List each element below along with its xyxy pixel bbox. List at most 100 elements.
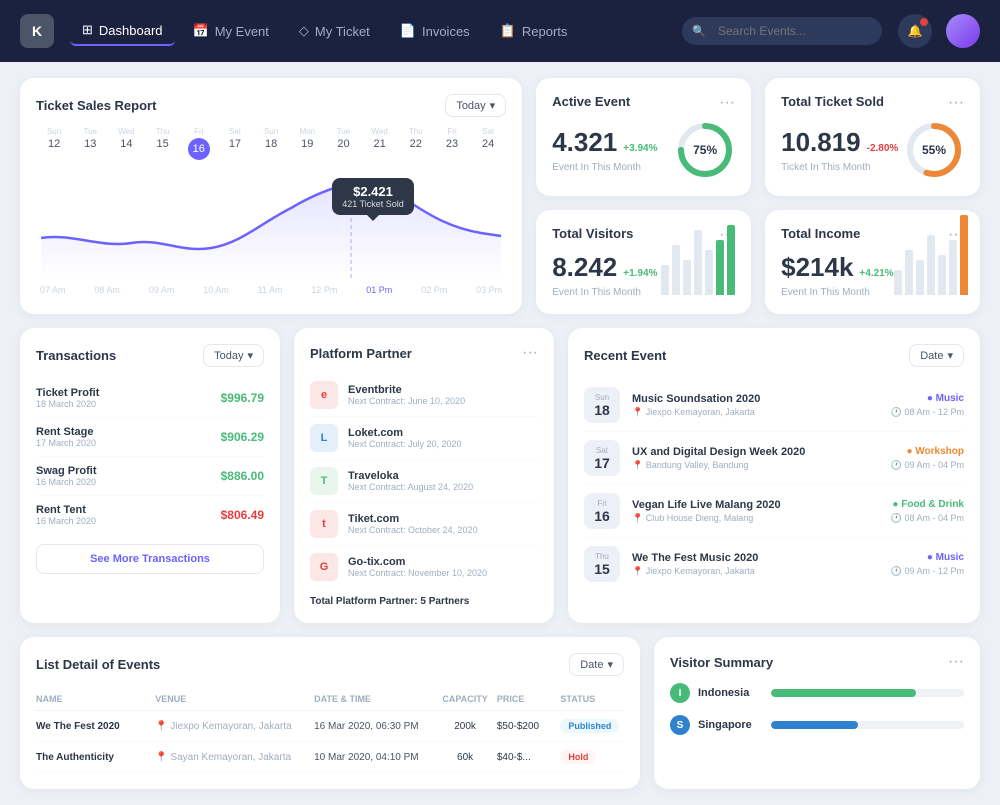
stats-row-1: Active Event ··· 4.321 +3.94% Event In T… (536, 78, 980, 196)
partner-contract: Next Contract: August 24, 2020 (348, 482, 473, 492)
total-ticket-change: -2.80% (867, 143, 899, 154)
visitor-bar (771, 689, 916, 697)
total-visitors-title: Total Visitors (552, 226, 633, 241)
partner-count: Total Platform Partner: 5 Partners (310, 596, 538, 607)
td-date: 10 Mar 2020, 04:10 PM (314, 752, 433, 763)
visitor-summary-menu[interactable]: ··· (948, 653, 964, 671)
event-item: Fri 16 Vegan Life Live Malang 2020 📍 Clu… (584, 485, 964, 538)
date-cell[interactable]: Tue20 (325, 127, 361, 160)
partner-list: eEventbriteNext Contract: June 10, 2020 L… (310, 374, 538, 588)
time-label: 10 Am (203, 285, 229, 295)
event-day-num: 16 (594, 508, 610, 524)
nav-my-event[interactable]: 📅 My Event (181, 17, 281, 45)
date-cell[interactable]: Sat24 (470, 127, 506, 160)
transaction-item: Rent Tent16 March 2020$806.49 (36, 496, 264, 534)
nav-my-ticket[interactable]: ◇ My Ticket (287, 17, 382, 45)
event-tag: ● Food & Drink (891, 499, 964, 510)
td-date: 16 Mar 2020, 06:30 PM (314, 721, 433, 732)
platform-menu[interactable]: ··· (522, 344, 538, 362)
date-cell[interactable]: Sun12 (36, 127, 72, 160)
transactions-list: Ticket Profit18 March 2020$996.79Rent St… (36, 379, 264, 534)
event-meta: ● Music 🕐 08 Am - 12 Pm (891, 393, 964, 418)
visitor-summary-header: Visitor Summary ··· (670, 653, 964, 671)
event-date-box: Sat 17 (584, 440, 620, 476)
event-time: 🕐 08 Am - 12 Pm (891, 407, 964, 418)
transaction-item: Swag Profit16 March 2020$886.00 (36, 457, 264, 496)
chevron-down-icon: ▾ (490, 99, 496, 112)
active-event-change: +3.94% (623, 143, 657, 154)
active-event-menu[interactable]: ··· (719, 94, 735, 112)
search-input[interactable] (682, 17, 882, 45)
tx-name: Swag Profit (36, 465, 97, 477)
avatar[interactable] (946, 14, 980, 48)
time-label: 08 Am (94, 285, 120, 295)
td-price: $40-$... (497, 752, 561, 763)
nav-reports[interactable]: 📋 Reports (488, 17, 580, 45)
nav-invoices[interactable]: 📄 Invoices (388, 17, 482, 45)
date-cell[interactable]: Wed21 (362, 127, 398, 160)
partner-item: tTiket.comNext Contract: October 24, 202… (310, 503, 538, 546)
td-venue: 📍 Sayan Kemayoran, Jakarta (155, 752, 314, 763)
partner-logo: L (310, 424, 338, 452)
partner-item: TTravelokaNext Contract: August 24, 2020 (310, 460, 538, 503)
td-event-name: We The Fest 2020 (36, 721, 155, 732)
date-cell[interactable]: Fri16 (181, 127, 217, 160)
calendar-icon: 📅 (193, 23, 209, 39)
event-item: Sat 17 UX and Digital Design Week 2020 📍… (584, 432, 964, 485)
chart-wrap: $2.421 421 Ticket Sold (36, 168, 506, 281)
date-cell[interactable]: Wed14 (108, 127, 144, 160)
today-filter-button[interactable]: Today ▾ (445, 94, 506, 117)
event-name: Vegan Life Live Malang 2020 (632, 499, 879, 511)
event-name: Music Soundsation 2020 (632, 393, 879, 405)
transactions-filter-button[interactable]: Today ▾ (203, 344, 264, 367)
time-row: 07 Am08 Am09 Am10 Am11 Am12 Pm01 Pm02 Pm… (36, 285, 506, 295)
date-cell[interactable]: Sat17 (217, 127, 253, 160)
time-label: 03 Pm (476, 285, 502, 295)
date-cell[interactable]: Tue13 (72, 127, 108, 160)
date-cell[interactable]: Thu15 (145, 127, 181, 160)
event-time: 🕐 08 Am - 04 Pm (891, 513, 964, 524)
nav-dashboard[interactable]: ⊞ Dashboard (70, 16, 175, 46)
event-time: 🕐 09 Am - 12 Pm (891, 566, 964, 577)
partner-logo: T (310, 467, 338, 495)
transactions-title: Transactions (36, 348, 116, 363)
total-income-value: $214k (781, 252, 853, 283)
recent-events-filter-button[interactable]: Date ▾ (909, 344, 964, 367)
total-income-change: +4.21% (859, 268, 893, 279)
visitor-summary-card: Visitor Summary ··· I Indonesia S Singap… (654, 637, 980, 789)
total-ticket-label: Ticket In This Month (781, 162, 898, 173)
row-1: Ticket Sales Report Today ▾ Sun12Tue13We… (20, 78, 980, 314)
event-item: Sun 18 Music Soundsation 2020 📍 Jiexpo K… (584, 379, 964, 432)
status-badge: Hold (560, 750, 596, 764)
list-events-filter-button[interactable]: Date ▾ (569, 653, 624, 676)
date-cell[interactable]: Sun18 (253, 127, 289, 160)
stats-row-2: Total Visitors ··· 8.242 +1.94% Event In… (536, 210, 980, 314)
visitor-bar (672, 245, 680, 295)
event-day-name: Sun (595, 393, 609, 402)
event-info: Vegan Life Live Malang 2020 📍 Club House… (632, 499, 879, 524)
td-price: $50-$200 (497, 721, 561, 732)
total-ticket-menu[interactable]: ··· (948, 94, 964, 112)
event-info: UX and Digital Design Week 2020 📍 Bandun… (632, 446, 879, 471)
date-cell[interactable]: Fri23 (434, 127, 470, 160)
recent-events-header: Recent Event Date ▾ (584, 344, 964, 367)
td-status: Hold (560, 750, 624, 764)
list-events-header: List Detail of Events Date ▾ (36, 653, 624, 676)
notification-bell[interactable]: 🔔 (898, 14, 932, 48)
date-cell[interactable]: Mon19 (289, 127, 325, 160)
total-ticket-donut: 55% (904, 120, 964, 180)
event-tag: ● Music (891, 552, 964, 563)
dashboard-icon: ⊞ (82, 22, 93, 38)
see-more-transactions-button[interactable]: See More Transactions (36, 544, 264, 574)
event-info: We The Fest Music 2020 📍 Jiexpo Kemayora… (632, 552, 879, 577)
sales-chart (36, 168, 506, 278)
partner-name: Go-tix.com (348, 556, 487, 568)
income-mini-bars (894, 255, 968, 295)
list-events-card: List Detail of Events Date ▾ NAME VENUE … (20, 637, 640, 789)
tx-name: Rent Tent (36, 504, 96, 516)
col-date: DATE & TIME (314, 694, 433, 704)
platform-title: Platform Partner (310, 346, 412, 361)
partner-item: eEventbriteNext Contract: June 10, 2020 (310, 374, 538, 417)
date-cell[interactable]: Thu22 (398, 127, 434, 160)
visitor-bar (716, 240, 724, 295)
